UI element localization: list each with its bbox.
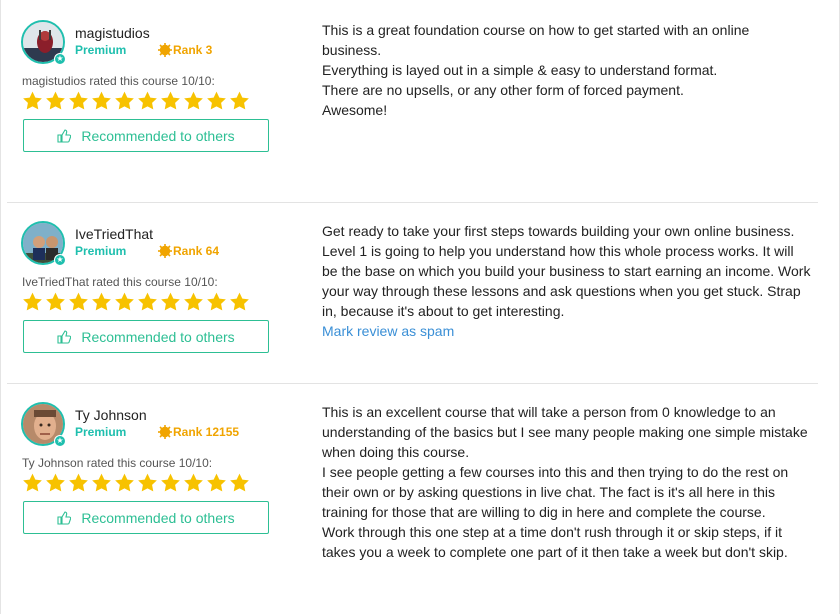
star-icon [92,292,111,311]
star-icon [161,91,180,110]
star-icon [207,473,226,492]
rank-icon [158,425,172,439]
star-icon [115,292,134,311]
star-icon [184,473,203,492]
star-icon [138,473,157,492]
recommended-button[interactable]: Recommended to others [23,119,269,152]
review-paragraph: This is an excellent course that will ta… [322,404,808,460]
star-icon [23,292,42,311]
review-paragraph: Work through this one step at a time don… [322,524,788,560]
star-rating [21,90,251,112]
star-icon [23,473,42,492]
rank-badge: Rank 64 [158,244,219,258]
review-body: Get ready to take your first steps towar… [322,221,812,341]
premium-star-icon: ★ [54,435,66,447]
star-icon [46,292,65,311]
star-icon [138,91,157,110]
membership-badge: Premium [75,244,127,258]
recommended-label: Recommended to others [81,127,235,144]
membership-badge: Premium [75,43,127,57]
star-rating [21,291,251,313]
review-paragraph: Awesome! [322,102,388,118]
review-paragraph: I see people getting a few courses into … [322,464,789,520]
thumbs-up-icon [57,329,72,344]
star-icon [69,473,88,492]
star-icon [46,91,65,110]
review-paragraph: Get ready to take your first steps towar… [322,223,811,319]
review-body: This is an excellent course that will ta… [322,402,812,562]
star-icon [230,292,249,311]
star-icon [207,292,226,311]
recommended-label: Recommended to others [81,509,235,526]
review-body: This is a great foundation course on how… [322,20,812,120]
star-icon [92,473,111,492]
reviews-panel: ★ magistudios Premium Rank 3 magistudios… [0,0,840,614]
premium-star-icon: ★ [54,254,66,266]
rating-caption: IveTriedThat rated this course 10/10: [22,275,218,289]
thumbs-up-icon [57,510,72,525]
star-icon [184,292,203,311]
star-icon [184,91,203,110]
mark-spam-link[interactable]: Mark review as spam [322,323,454,339]
rank-label: Rank 12155 [173,425,240,439]
rank-label: Rank 64 [173,244,220,258]
star-icon [230,91,249,110]
star-icon [161,292,180,311]
rank-label: Rank 3 [173,43,213,57]
star-icon [46,473,65,492]
review-divider [7,383,818,384]
recommended-button[interactable]: Recommended to others [23,501,269,534]
star-rating [21,472,251,494]
star-icon [207,91,226,110]
rank-icon [158,43,172,57]
star-icon [115,473,134,492]
star-icon [69,292,88,311]
premium-star-icon: ★ [54,53,66,65]
membership-badge: Premium [75,425,127,439]
review-username[interactable]: IveTriedThat [75,226,153,242]
rank-badge: Rank 12155 [158,425,239,439]
star-icon [23,91,42,110]
star-icon [92,91,111,110]
rank-icon [158,244,172,258]
recommended-button[interactable]: Recommended to others [23,320,269,353]
recommended-label: Recommended to others [81,328,235,345]
review-username[interactable]: Ty Johnson [75,407,147,423]
review-paragraph: Everything is layed out in a simple & ea… [322,62,718,98]
review-divider [7,202,818,203]
review-username[interactable]: magistudios [75,25,150,41]
rank-badge: Rank 3 [158,43,212,57]
star-icon [115,91,134,110]
rating-caption: Ty Johnson rated this course 10/10: [22,456,213,470]
star-icon [230,473,249,492]
star-icon [138,292,157,311]
review-paragraph: This is a great foundation course on how… [322,22,750,58]
thumbs-up-icon [57,128,72,143]
star-icon [161,473,180,492]
rating-caption: magistudios rated this course 10/10: [22,74,215,88]
star-icon [69,91,88,110]
